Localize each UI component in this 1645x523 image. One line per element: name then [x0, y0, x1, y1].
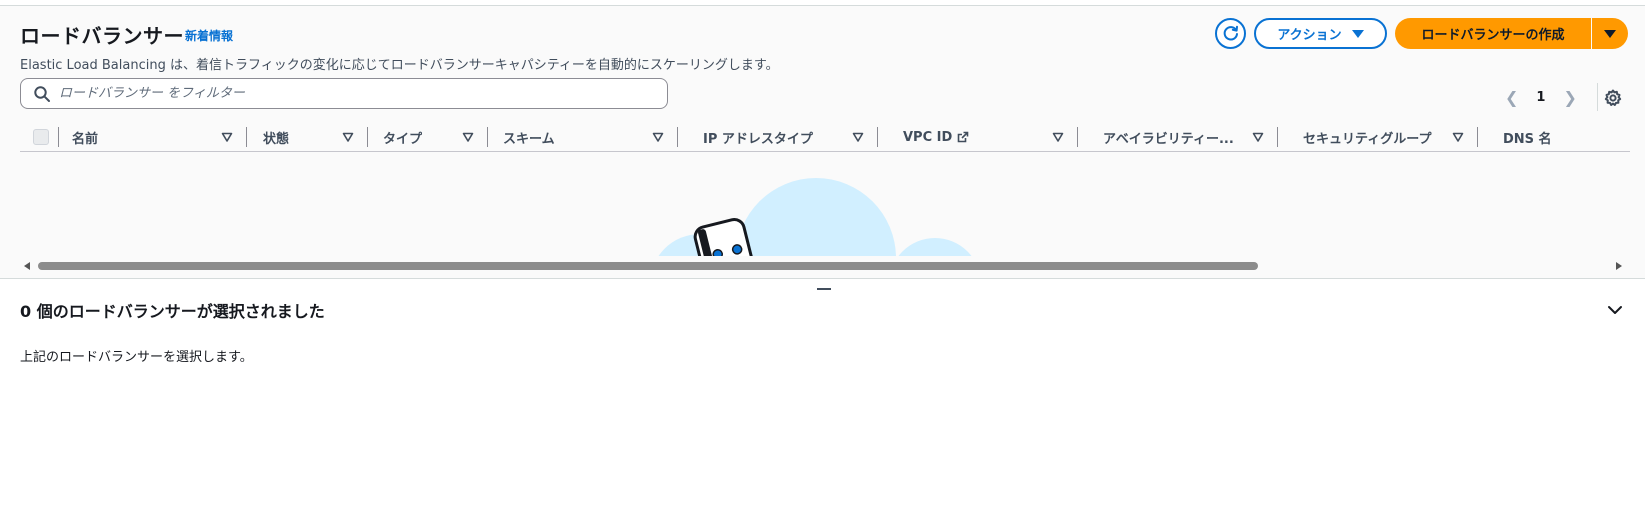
column-label: VPC ID: [903, 129, 953, 145]
pagination-divider: [1596, 83, 1598, 111]
select-all-checkbox[interactable]: [33, 129, 49, 145]
column-header-state[interactable]: 状態: [263, 127, 368, 147]
column-divider: [58, 127, 59, 147]
column-label: IP アドレスタイプ: [703, 131, 813, 147]
column-divider: [1477, 127, 1478, 147]
scrollbar-thumb[interactable]: [38, 262, 1258, 270]
column-divider: [487, 127, 488, 147]
sort-icon: [1052, 132, 1064, 142]
details-panel-description: 上記のロードバランサーを選択します。: [20, 350, 253, 365]
sort-icon: [342, 132, 354, 142]
column-label: DNS 名: [1503, 131, 1552, 147]
sort-icon: [852, 132, 864, 142]
column-header-ip-address-type[interactable]: IP アドレスタイプ: [703, 127, 878, 147]
sort-icon: [652, 132, 664, 142]
split-panel-divider: [0, 278, 1645, 279]
column-header-availability-zones[interactable]: アベイラビリティー...: [1103, 127, 1278, 147]
scroll-right-icon[interactable]: [1616, 262, 1622, 270]
pagination: ❮ 1 ❯: [1505, 83, 1598, 111]
column-label: タイプ: [383, 131, 423, 147]
column-label: アベイラビリティー...: [1103, 131, 1234, 147]
chevron-down-icon[interactable]: [1605, 300, 1625, 320]
scroll-left-icon[interactable]: [24, 262, 30, 270]
filter-field: [20, 78, 668, 109]
column-label: 状態: [263, 131, 290, 147]
caret-down-icon: [1351, 29, 1364, 38]
caret-down-icon: [1604, 29, 1616, 38]
create-options-dropdown-button[interactable]: [1592, 18, 1628, 49]
load-balancer-table-panel: ロードバランサー 新着情報 Elastic Load Balancing は、着…: [0, 6, 1645, 278]
empty-state-illustration: [640, 178, 1020, 268]
column-divider: [1077, 127, 1078, 147]
horizontal-scrollbar[interactable]: [24, 261, 1624, 271]
external-link-icon: [957, 131, 969, 143]
column-header-security-groups[interactable]: セキュリティグループ: [1303, 127, 1478, 147]
next-page-icon[interactable]: ❯: [1563, 88, 1576, 107]
gear-icon[interactable]: [1604, 89, 1622, 107]
column-label: セキュリティグループ: [1303, 131, 1432, 147]
column-divider: [877, 127, 878, 147]
table-header: 名前 状態 タイプ スキーム IP アドレスタイプ VPC ID アベイラビリテ…: [20, 122, 1630, 152]
create-load-balancer-button[interactable]: ロードバランサーの作成: [1395, 18, 1591, 49]
refresh-icon: [1223, 25, 1238, 40]
column-divider: [246, 127, 247, 147]
page-title: ロードバランサー: [20, 24, 184, 48]
refresh-button[interactable]: [1215, 18, 1246, 49]
column-label: 名前: [72, 131, 99, 147]
filter-input[interactable]: [59, 86, 619, 101]
info-link[interactable]: 新着情報: [185, 27, 233, 44]
column-header-name[interactable]: 名前: [72, 127, 247, 147]
column-header-vpc-id[interactable]: VPC ID: [903, 127, 1078, 147]
sort-icon: [462, 132, 474, 142]
actions-button-label: アクション: [1277, 28, 1342, 43]
details-panel-title: 0 個のロードバランサーが選択されました: [20, 302, 325, 321]
create-button-label: ロードバランサーの作成: [1421, 28, 1565, 43]
resize-handle[interactable]: [817, 288, 831, 290]
sort-icon: [1252, 132, 1264, 142]
column-divider: [677, 127, 678, 147]
column-header-scheme[interactable]: スキーム: [503, 127, 678, 147]
current-page-number[interactable]: 1: [1536, 90, 1545, 105]
page-description: Elastic Load Balancing は、着信トラフィックの変化に応じて…: [20, 58, 779, 73]
column-divider: [367, 127, 368, 147]
actions-dropdown-button[interactable]: アクション: [1254, 18, 1387, 49]
column-header-dns-name[interactable]: DNS 名: [1503, 127, 1623, 147]
column-header-type[interactable]: タイプ: [383, 127, 488, 147]
search-icon: [34, 85, 50, 102]
sort-icon: [221, 132, 233, 142]
column-label: スキーム: [503, 131, 555, 147]
column-divider: [1277, 127, 1278, 147]
sort-icon: [1452, 132, 1464, 142]
previous-page-icon[interactable]: ❮: [1505, 88, 1518, 107]
